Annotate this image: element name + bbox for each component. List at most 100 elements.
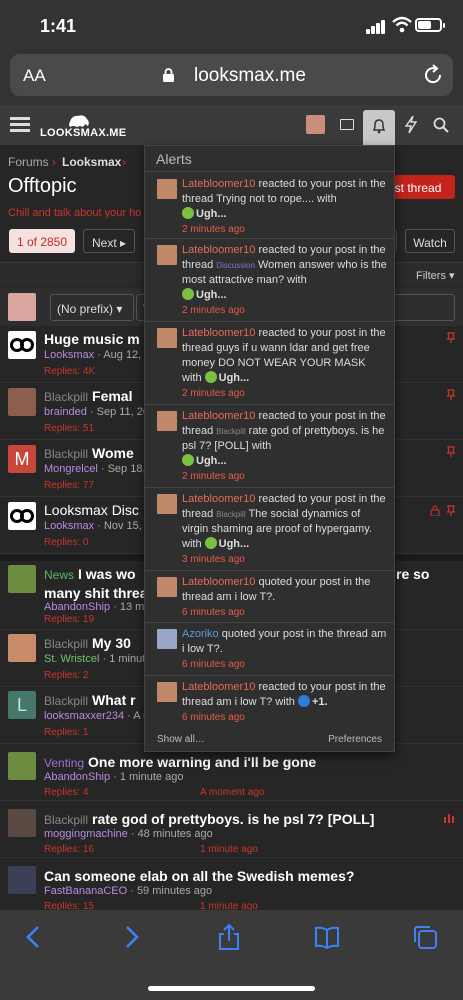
alert-thread-prefix: Blackpill [216, 427, 246, 436]
alert-user[interactable]: Latebloomer10 [182, 244, 255, 256]
wifi-icon [392, 16, 412, 33]
alert-item[interactable]: Latebloomer10 reacted to your post in th… [145, 405, 394, 488]
thread-title[interactable]: Wome [92, 445, 134, 461]
alerts-dropdown: Alerts Latebloomer10 reacted to your pos… [144, 145, 395, 752]
alert-user[interactable]: Latebloomer10 [182, 493, 255, 505]
alert-item[interactable]: Latebloomer10 quoted your post in the th… [145, 571, 394, 623]
site-logo-text[interactable]: LOOKSMAX.ME [40, 127, 126, 139]
thread-row[interactable]: Venting One more warning and i'll be gone… [0, 744, 463, 801]
thread-author[interactable]: looksmaxxer234 [44, 710, 124, 722]
thread-title[interactable]: Can someone elab on all the Swedish meme… [44, 868, 354, 884]
thread-prefix: Blackpill [44, 694, 89, 708]
reader-settings-button[interactable]: AA [23, 66, 46, 86]
alert-with: with [182, 538, 205, 550]
alert-user[interactable]: Latebloomer10 [182, 327, 255, 339]
prefix-select[interactable]: (No prefix) ▾ [50, 294, 134, 321]
tabs-icon[interactable] [412, 924, 438, 950]
thread-title[interactable]: My 30 [92, 635, 131, 651]
alerts-bell-button[interactable] [363, 110, 395, 145]
thread-author[interactable]: Looksmax [44, 349, 94, 361]
reload-icon[interactable] [422, 64, 444, 86]
alert-item[interactable]: Latebloomer10 reacted to your post in th… [145, 239, 394, 322]
alert-thread[interactable]: am i low T? [216, 696, 272, 708]
address-bar[interactable]: AA looksmax.me [10, 54, 453, 96]
next-page-button[interactable]: Next ▸ [83, 229, 135, 253]
hamburger-menu-icon[interactable] [10, 117, 30, 133]
thread-last-post[interactable]: A moment ago [200, 787, 264, 798]
alert-with: with [248, 440, 272, 452]
thread-title[interactable]: rate god of prettyboys. is he psl 7? [PO… [92, 811, 374, 827]
user-avatar [157, 682, 177, 702]
thread-author[interactable]: Looksmax [44, 520, 94, 532]
alerts-footer: Show all… Preferences [145, 729, 394, 751]
thread-title[interactable]: Looksmax Disc [44, 502, 139, 518]
alert-user[interactable]: Latebloomer10 [182, 410, 255, 422]
thread-title[interactable]: I was wo [78, 566, 136, 582]
watch-button[interactable]: Watch [405, 229, 455, 253]
alert-time: 2 minutes ago [182, 471, 245, 482]
alert-item[interactable]: Latebloomer10 reacted to your post in th… [145, 322, 394, 405]
thread-title[interactable]: Huge music m [44, 331, 140, 347]
alert-user[interactable]: Azoriko [182, 628, 219, 640]
alert-reaction: Ugh... [218, 538, 250, 550]
pagination-current[interactable]: 1 of 2850 [9, 229, 75, 253]
bell-icon [372, 119, 386, 134]
thread-replies: Replies: 4K [44, 366, 96, 377]
thread-replies: Replies: 1 [44, 727, 89, 738]
thread-title[interactable]: Femal [92, 388, 132, 404]
thread-title-tail[interactable]: re so [396, 566, 429, 582]
thread-replies: Replies: 15 [44, 901, 95, 910]
alert-reaction: +1. [311, 696, 328, 708]
thread-title[interactable]: What r [92, 692, 136, 708]
thread-author[interactable]: AbandonShip [44, 601, 110, 613]
user-avatar[interactable] [306, 115, 325, 134]
alert-item[interactable]: Latebloomer10 reacted to your post in th… [145, 676, 394, 729]
bookmarks-icon[interactable] [314, 924, 340, 950]
alert-preferences-link[interactable]: Preferences [328, 734, 382, 745]
thread-author[interactable]: FastBananaCEO [44, 885, 127, 897]
forum-logo-avatar [8, 331, 36, 359]
ugh-reaction-icon [182, 207, 194, 219]
search-icon[interactable] [433, 117, 449, 133]
thread-title[interactable]: One more warning and i'll be gone [88, 754, 316, 770]
breadcrumb-looksmax[interactable]: Looksmax [62, 155, 121, 169]
filters-button[interactable]: Filters ▾ [416, 269, 455, 282]
back-icon[interactable] [21, 924, 47, 950]
thread-row[interactable]: Blackpill rate god of prettyboys. is he p… [0, 801, 463, 858]
ugh-reaction-icon [182, 288, 194, 300]
alert-thread[interactable]: am i low T?. [216, 591, 275, 603]
whats-new-icon[interactable] [405, 116, 417, 133]
alert-user[interactable]: Latebloomer10 [182, 178, 255, 190]
thread-author[interactable]: moggingmachine [44, 828, 128, 840]
inbox-icon[interactable] [340, 119, 354, 130]
share-icon[interactable] [216, 924, 242, 950]
alert-time: 6 minutes ago [182, 607, 245, 618]
thread-row[interactable]: Can someone elab on all the Swedish meme… [0, 858, 463, 910]
thread-date: 59 minutes ago [136, 885, 213, 897]
show-all-alerts-link[interactable]: Show all… [157, 734, 205, 745]
thread-last-post[interactable]: 1 minute ago [200, 844, 258, 855]
url-domain: looksmax.me [194, 65, 306, 86]
thread-prefix: Blackpill [44, 637, 89, 651]
thread-title-line2[interactable]: many shit threa [44, 585, 147, 601]
thread-author[interactable]: brainded [44, 406, 87, 418]
breadcrumb-forums[interactable]: Forums [8, 155, 49, 169]
alert-item[interactable]: Latebloomer10 reacted to your post in th… [145, 488, 394, 571]
user-avatar [157, 629, 177, 649]
lock-icon [430, 505, 440, 516]
alert-user[interactable]: Latebloomer10 [182, 681, 255, 693]
thread-author[interactable]: St. Wristcel [44, 653, 99, 665]
thread-last-post[interactable]: 1 minute ago [200, 901, 258, 910]
user-avatar [8, 634, 36, 662]
thread-author[interactable]: Mongrelcel [44, 463, 98, 475]
thread-replies: Replies: 19 [44, 614, 95, 625]
alert-item[interactable]: Latebloomer10 reacted to your post in th… [145, 173, 394, 239]
alert-user[interactable]: Latebloomer10 [182, 576, 255, 588]
alert-item[interactable]: Azoriko quoted your post in the thread a… [145, 623, 394, 676]
battery-icon [415, 18, 445, 32]
forward-icon[interactable] [118, 924, 144, 950]
thread-author[interactable]: AbandonShip [44, 771, 110, 783]
status-bar: 1:41 [0, 0, 463, 50]
alert-thread[interactable]: Trying not to rope.... [216, 193, 314, 205]
user-avatar [157, 179, 177, 199]
